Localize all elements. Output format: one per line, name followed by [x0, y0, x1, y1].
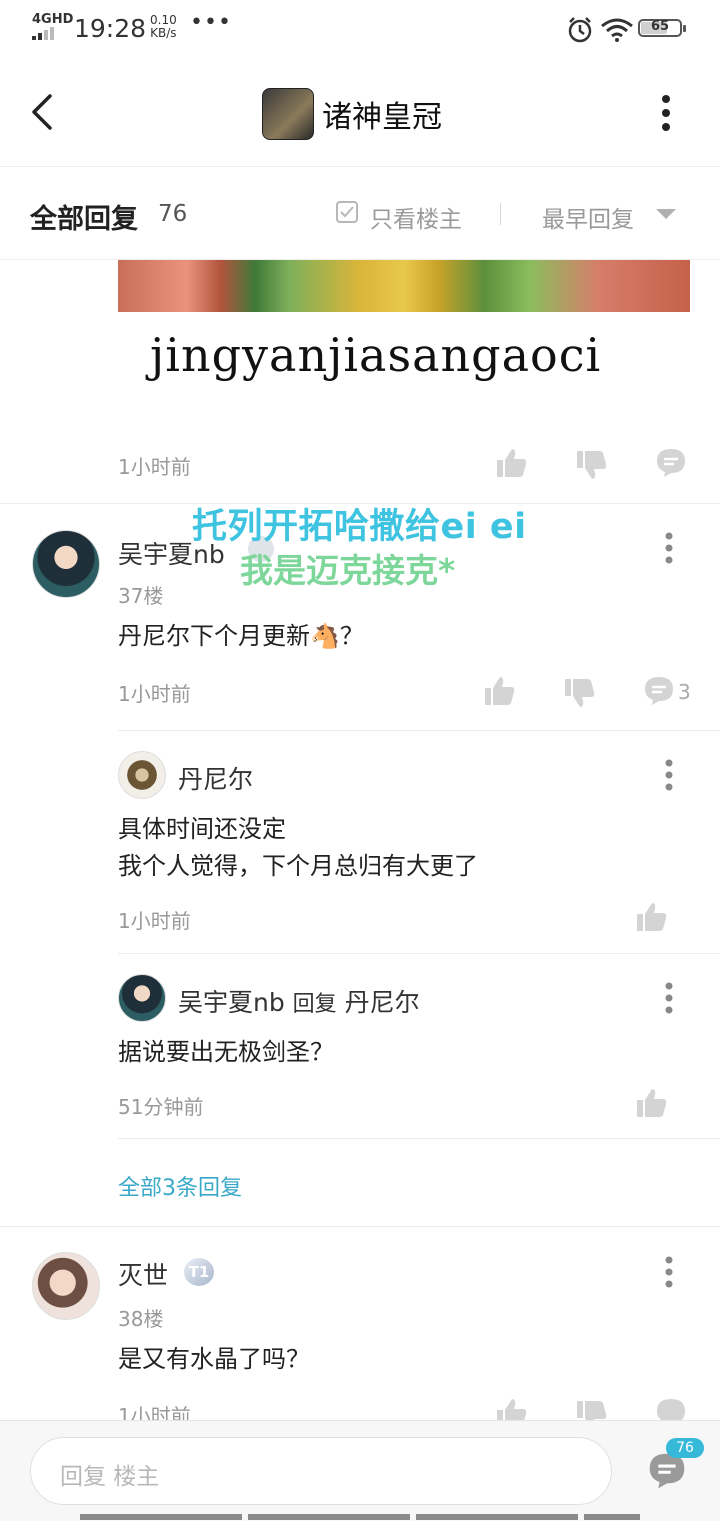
reply-divider: [118, 953, 720, 954]
post-image-caption: jingyanjiasangaoci: [150, 328, 602, 382]
reply-time: 1小时前: [118, 909, 191, 933]
reply-content-line: 我个人觉得，下个月总归有大更了: [118, 852, 478, 880]
like-icon[interactable]: [634, 900, 668, 934]
reply-content: 据说要出无极剑圣？: [118, 1038, 334, 1066]
dislike-icon[interactable]: [574, 448, 608, 482]
post-time: 1小时前: [118, 455, 191, 479]
overlay-text-2: 我是迈克接克*: [240, 551, 456, 590]
network-indicator: 4GHD: [32, 12, 74, 27]
signal-icon: [32, 27, 54, 40]
filter-divider: [500, 203, 501, 225]
forum-title[interactable]: 诸神皇冠: [322, 92, 442, 136]
more-notifications-icon: •••: [190, 10, 232, 35]
more-options-icon[interactable]: [664, 532, 674, 564]
chevron-down-icon[interactable]: [656, 209, 676, 219]
more-options-icon[interactable]: [664, 1256, 674, 1288]
comment-icon[interactable]: [642, 674, 676, 708]
floor-number: 37楼: [118, 584, 164, 608]
like-icon[interactable]: [482, 674, 516, 708]
username[interactable]: 灭世: [118, 1256, 168, 1292]
reply-word: 回复: [292, 992, 337, 1017]
more-options-icon[interactable]: [664, 982, 674, 1014]
post-content: 是又有水晶了吗？: [118, 1345, 310, 1373]
forum-logo: [262, 88, 314, 140]
reply-divider: [118, 1138, 720, 1139]
dislike-icon[interactable]: [562, 676, 596, 710]
post-image[interactable]: [118, 260, 690, 312]
reply-time: 51分钟前: [118, 1095, 204, 1119]
comment-count-badge: 76: [666, 1438, 704, 1458]
post-divider: [0, 1226, 720, 1227]
view-all-replies-link[interactable]: 全部3条回复: [118, 1170, 242, 1202]
network-speed: 0.10 KB/s: [150, 13, 177, 40]
overlay-text-1: 托列开拓哈撒给ei ei: [192, 507, 527, 547]
floor-number: 38楼: [118, 1307, 164, 1331]
reply-count: 76: [158, 201, 188, 227]
avatar[interactable]: [118, 751, 166, 799]
avatar[interactable]: [32, 530, 100, 598]
more-options-icon[interactable]: [656, 94, 676, 134]
alarm-icon: [568, 17, 592, 43]
all-replies-label: 全部回复: [30, 204, 138, 235]
username[interactable]: 吴宇夏nb: [178, 988, 285, 1017]
like-icon[interactable]: [634, 1086, 668, 1120]
reply-divider: [118, 730, 720, 731]
level-badge: T1: [184, 1258, 214, 1286]
battery-indicator: 65: [638, 19, 686, 37]
only-op-label[interactable]: 只看楼主: [370, 200, 462, 234]
reply-input-placeholder[interactable]: 回复 楼主: [60, 1457, 159, 1491]
more-options-icon[interactable]: [664, 759, 674, 791]
comment-icon[interactable]: [654, 446, 688, 480]
gesture-bar: [80, 1514, 640, 1520]
post-content: 丹尼尔下个月更新🐴？: [118, 622, 364, 650]
status-bar: 4GHD 19:28 0.10 KB/s ••• 65: [0, 0, 720, 58]
wifi-icon: [601, 18, 633, 42]
back-arrow-icon[interactable]: [28, 92, 58, 132]
check-icon: [340, 206, 354, 218]
clock: 19:28: [74, 14, 147, 43]
username[interactable]: 丹尼尔: [178, 760, 253, 796]
reply-to-username[interactable]: 丹尼尔: [345, 988, 420, 1017]
like-icon[interactable]: [494, 446, 528, 480]
reply-content-line: 具体时间还没定: [118, 815, 286, 843]
comment-count[interactable]: 3: [678, 680, 691, 704]
post-time: 1小时前: [118, 682, 191, 706]
avatar[interactable]: [32, 1252, 100, 1320]
reply-header: 吴宇夏nb 回复 丹尼尔: [178, 983, 420, 1019]
sort-dropdown[interactable]: 最早回复: [542, 200, 634, 234]
only-op-checkbox[interactable]: [336, 201, 358, 223]
avatar[interactable]: [118, 974, 166, 1022]
